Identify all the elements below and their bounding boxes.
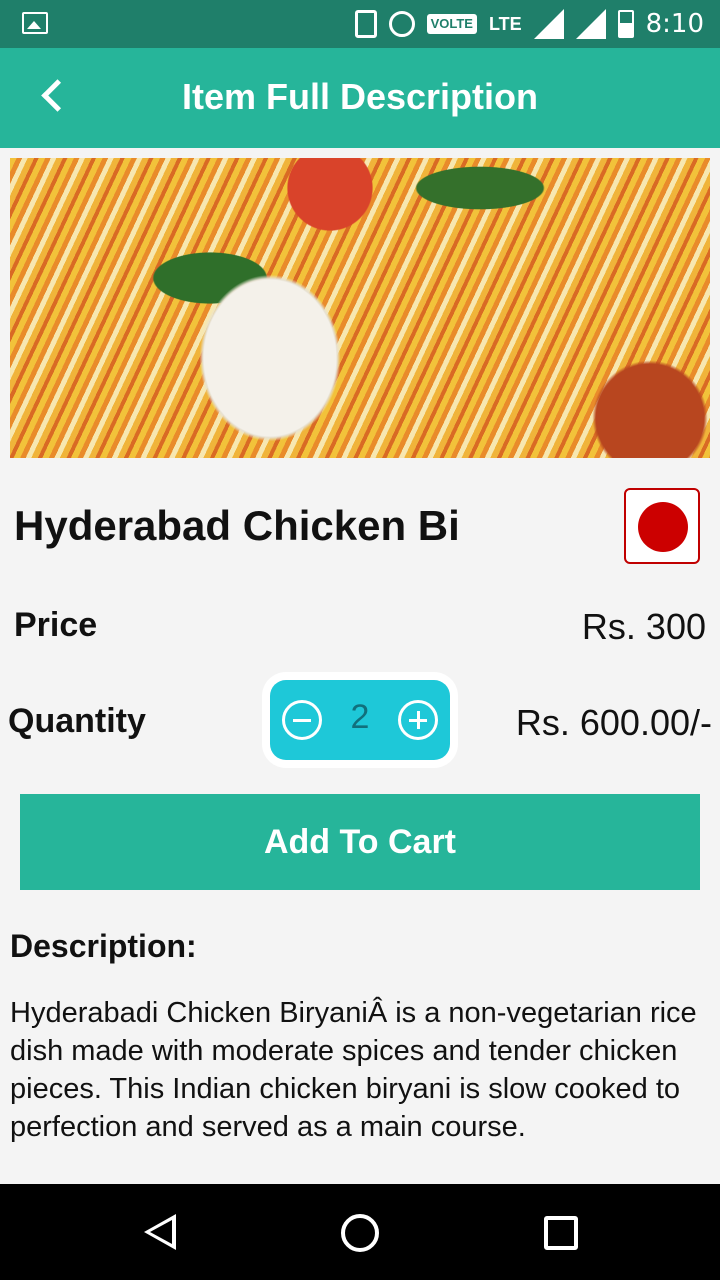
nav-home-icon[interactable] <box>341 1214 379 1252</box>
description-heading: Description: <box>10 928 197 964</box>
plus-circle-icon[interactable] <box>398 700 438 740</box>
quantity-label: Quantity <box>8 702 146 740</box>
nav-recents-icon[interactable] <box>544 1216 578 1250</box>
clock-time: 8:10 <box>645 9 704 39</box>
price-value: Rs. 300 <box>581 606 706 647</box>
signal-icon-2 <box>575 9 606 39</box>
non-veg-dot <box>638 502 688 552</box>
gallery-notification-icon <box>22 12 48 34</box>
vibrate-icon <box>354 10 377 38</box>
app-bar: Item Full Description <box>0 48 720 148</box>
item-name: Hyderabad Chicken Bi <box>14 502 460 549</box>
nav-back-icon[interactable] <box>144 1214 176 1250</box>
price-label: Price <box>14 606 98 644</box>
total-price: Rs. 600.00/- <box>515 702 712 743</box>
alarm-icon <box>388 11 415 37</box>
description-text: Hyderabadi Chicken BiryaniÂ is a non-veg… <box>10 997 697 1143</box>
network-type: LTE <box>488 14 522 34</box>
signal-icon <box>533 9 564 39</box>
add-to-cart-button[interactable]: Add To Cart <box>20 794 700 890</box>
page-title: Item Full Description <box>181 76 539 117</box>
status-icons: VOLTE LTE 8:10 <box>354 0 704 48</box>
volte-badge: VOLTE <box>426 14 477 34</box>
battery-icon <box>617 10 634 38</box>
navigation-bar <box>0 1184 720 1280</box>
quantity-stepper: 2 <box>270 680 450 760</box>
food-image <box>10 158 710 458</box>
status-bar: VOLTE LTE 8:10 <box>0 0 720 48</box>
item-detail-content: Hyderabad Chicken Bi Price Rs. 300 Quant… <box>0 148 720 1184</box>
non-veg-indicator-icon <box>624 488 700 564</box>
